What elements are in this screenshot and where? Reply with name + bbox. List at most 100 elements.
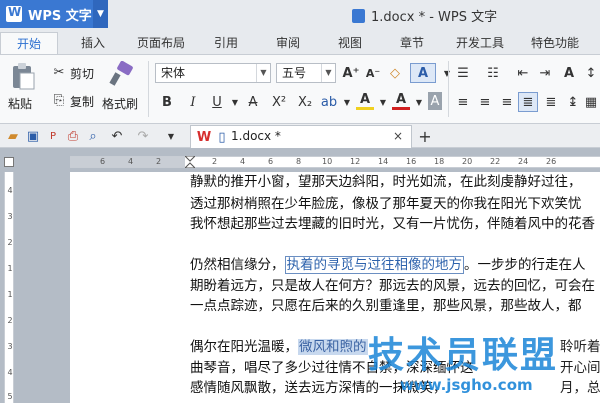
tab-stop-selector[interactable] bbox=[4, 157, 14, 167]
tab-developer[interactable]: 开发工具 bbox=[450, 32, 510, 54]
new-tab-icon[interactable]: + bbox=[416, 127, 434, 146]
ruler-tick-label: 4 bbox=[7, 368, 13, 377]
ruler-tick-label: 8 bbox=[296, 157, 302, 166]
strikethrough-button[interactable]: A bbox=[244, 93, 262, 111]
undo-icon[interactable]: ↶ bbox=[108, 127, 126, 145]
doc-text: 偶尔在阳光温暖， bbox=[190, 339, 298, 355]
doc-line[interactable]: 期盼着远方，只是故人在何方？那远去的风景，远去的回忆，可会在 bbox=[190, 276, 600, 296]
cut-icon[interactable]: ✂ bbox=[50, 63, 68, 81]
align-left-icon[interactable]: ≡ bbox=[454, 93, 472, 111]
document-tab[interactable]: W ▯ 1.docx * × bbox=[190, 125, 412, 148]
italic-button[interactable]: I bbox=[184, 93, 202, 111]
chevron-down-icon[interactable]: ▼ bbox=[226, 93, 244, 111]
ruler-tick-label: 24 bbox=[518, 157, 529, 166]
tab-chapter[interactable]: 章节 bbox=[392, 32, 432, 54]
app-menu-chevron-icon[interactable]: ▼ bbox=[93, 0, 108, 28]
font-name-value: 宋体 bbox=[161, 66, 186, 80]
ruler-tick-label: 20 bbox=[462, 157, 473, 166]
redo-icon[interactable]: ↷ bbox=[134, 127, 152, 145]
window-title-text: 1.docx * - WPS 文字 bbox=[371, 10, 498, 25]
line-spacing-icon[interactable]: ↨ bbox=[564, 93, 582, 111]
tab-page-layout[interactable]: 页面布局 bbox=[130, 32, 192, 54]
bold-button[interactable]: B bbox=[158, 93, 176, 111]
print-icon[interactable]: ⎙ bbox=[64, 127, 82, 145]
copy-label[interactable]: 复制 bbox=[70, 93, 94, 110]
font-size-value: 五号 bbox=[282, 66, 307, 80]
wps-logo-icon bbox=[6, 5, 22, 22]
doc-line-with-box[interactable]: 仍然相信缘分， 执着的寻觅与过往相像的地方 。一步步的行走在人 bbox=[190, 255, 600, 275]
ruler-tick-label: 10 bbox=[322, 157, 333, 166]
ribbon: 粘贴 ✂ 剪切 ⎘ 复制 格式刷 宋体 ▼ 五号 ▼ A⁺ A⁻ ◇ A ▼ B… bbox=[0, 54, 600, 124]
doc-line[interactable]: 静默的推开小窗，望那天边斜阳，时光如流，在此刻虔静好过往， bbox=[190, 172, 600, 192]
ruler-tick-label: 16 bbox=[406, 157, 417, 166]
copy-icon[interactable]: ⎘ bbox=[50, 91, 68, 109]
qat-more-icon[interactable]: ▼ bbox=[162, 127, 180, 145]
highlight-button[interactable]: A bbox=[356, 92, 374, 110]
tab-review[interactable]: 审阅 bbox=[268, 32, 308, 54]
indent-increase-icon[interactable]: ⇥ bbox=[536, 64, 554, 82]
tab-home[interactable]: 开始 bbox=[0, 32, 58, 54]
ruler-tick-label: 6 bbox=[268, 157, 274, 166]
ribbon-tabs: 开始 插入 页面布局 引用 审阅 视图 章节 开发工具 特色功能 bbox=[0, 28, 600, 54]
align-distributed-icon[interactable]: ≣ bbox=[542, 93, 560, 111]
font-name-select[interactable]: 宋体 ▼ bbox=[155, 63, 271, 83]
font-size-select[interactable]: 五号 ▼ bbox=[276, 63, 336, 83]
subscript-button[interactable]: X₂ bbox=[294, 93, 316, 111]
tab-insert[interactable]: 插入 bbox=[70, 32, 116, 54]
ruler-tick-label: 2 bbox=[156, 157, 162, 166]
clear-format-icon[interactable]: ◇ bbox=[386, 64, 404, 82]
bullet-list-icon[interactable]: ☰ bbox=[454, 64, 472, 82]
doc-text: 。一步步的行走在人 bbox=[464, 257, 586, 273]
chevron-down-icon[interactable]: ▼ bbox=[374, 93, 392, 111]
open-folder-icon[interactable]: ▰ bbox=[4, 127, 22, 145]
text-effect-icon[interactable]: ab bbox=[320, 93, 338, 111]
document-tab-label: 1.docx * bbox=[231, 129, 281, 143]
ruler-tick-label: 6 bbox=[100, 157, 106, 166]
window-title: 1.docx * - WPS 文字 bbox=[352, 6, 497, 25]
bordered-phrase[interactable]: 执着的寻觅与过往相像的地方 bbox=[284, 256, 464, 274]
align-justify-icon[interactable]: ≣ bbox=[518, 92, 538, 112]
numbered-list-icon[interactable]: ☷ bbox=[484, 64, 502, 82]
chevron-down-icon: ▼ bbox=[321, 64, 335, 82]
tab-special[interactable]: 特色功能 bbox=[522, 32, 588, 54]
close-tab-icon[interactable]: × bbox=[393, 129, 403, 143]
indent-decrease-icon[interactable]: ⇤ bbox=[514, 64, 532, 82]
ruler-tick-label: 14 bbox=[378, 157, 389, 166]
tab-references[interactable]: 引用 bbox=[206, 32, 246, 54]
chinese-layout-icon[interactable]: A bbox=[560, 64, 578, 82]
selected-phrase[interactable]: 微风和煦的 bbox=[298, 339, 368, 355]
doc-file-icon: ▯ bbox=[218, 129, 226, 145]
print-preview-icon[interactable]: ⌕ bbox=[84, 127, 102, 145]
borders-icon[interactable]: ▦ bbox=[582, 93, 600, 111]
align-right-icon[interactable]: ≡ bbox=[498, 93, 516, 111]
cut-label[interactable]: 剪切 bbox=[70, 65, 94, 82]
decrease-font-icon[interactable]: A⁻ bbox=[364, 64, 382, 82]
char-border-icon[interactable]: A bbox=[410, 63, 436, 83]
sort-icon[interactable]: ↕ bbox=[582, 64, 600, 82]
ruler-tick-label: 3 bbox=[7, 342, 13, 351]
chevron-down-icon[interactable]: ▼ bbox=[410, 93, 428, 111]
doc-line[interactable]: 透过那树梢照在少年脸庞，像极了那年夏天的你我在阳光下欢笑忧 bbox=[190, 194, 600, 214]
vertical-ruler[interactable]: 4 3 2 1 1 2 3 4 5 bbox=[4, 172, 14, 403]
doc-line[interactable]: 一点点踪迹，只愿在后来的久别重逢里，那些风景，那些故人，都 bbox=[190, 296, 600, 316]
tab-view[interactable]: 视图 bbox=[330, 32, 370, 54]
align-center-icon[interactable]: ≡ bbox=[476, 93, 494, 111]
increase-font-icon[interactable]: A⁺ bbox=[342, 64, 360, 82]
ruler-tick-label: 4 bbox=[7, 186, 13, 195]
app-menu-button[interactable]: WPS 文字 ▼ bbox=[0, 0, 108, 28]
font-color-button[interactable]: A bbox=[392, 92, 410, 110]
document-icon bbox=[352, 8, 365, 23]
indent-marker-icon[interactable] bbox=[185, 156, 195, 168]
underline-button[interactable]: U bbox=[208, 93, 226, 111]
chevron-down-icon[interactable]: ▼ bbox=[338, 93, 356, 111]
save-icon[interactable]: ▣ bbox=[24, 127, 42, 145]
export-pdf-icon[interactable]: P bbox=[44, 127, 62, 145]
doc-line[interactable]: 我怀想起那些过去埋藏的旧时光，又有一片忧伤，伴随着风中的花香 bbox=[190, 214, 600, 234]
char-shading-icon[interactable]: A bbox=[428, 92, 442, 110]
ribbon-separator bbox=[148, 61, 149, 117]
paste-button[interactable]: 粘贴 bbox=[6, 59, 40, 119]
ruler-tick-label: 18 bbox=[434, 157, 445, 166]
format-painter-button[interactable]: 格式刷 bbox=[100, 59, 140, 119]
horizontal-ruler[interactable]: 6 4 2 2 4 6 8 10 12 14 16 18 20 22 24 26 bbox=[70, 156, 600, 168]
superscript-button[interactable]: X² bbox=[268, 93, 290, 111]
